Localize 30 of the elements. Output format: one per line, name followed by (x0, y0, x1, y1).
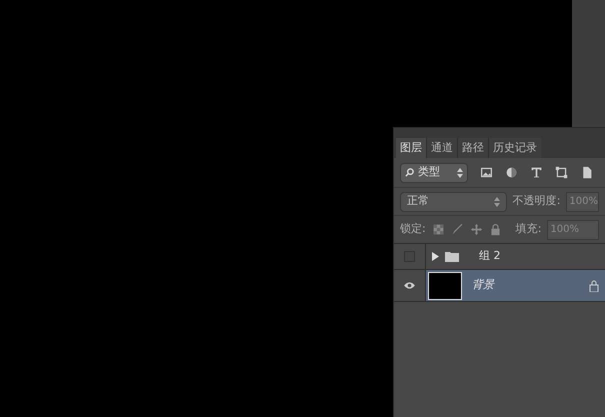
blend-mode-dropdown[interactable]: 正常 (400, 192, 507, 212)
panel-tab[interactable]: 历史记录 (488, 138, 541, 158)
updown-icon (457, 168, 463, 178)
folder-icon (445, 251, 459, 262)
lock-label: 锁定: (400, 221, 426, 238)
move-icon[interactable] (470, 223, 483, 236)
checkerboard-icon[interactable] (432, 223, 445, 236)
layer-row[interactable]: 背景 (394, 270, 605, 302)
lock-icon[interactable] (488, 223, 502, 236)
fill-label: 填充: (516, 221, 542, 238)
brush-icon[interactable] (450, 223, 464, 236)
layer-thumbnail (428, 272, 462, 300)
filter-value: 类型 (418, 164, 441, 180)
adjustment-filter-icon[interactable] (505, 166, 518, 179)
layer-row[interactable]: 组 2 (394, 244, 605, 270)
filter-dropdown[interactable]: 类型 (400, 162, 468, 182)
expand-arrow-icon[interactable] (432, 252, 439, 261)
opacity-label: 不透明度: (512, 193, 560, 210)
layer-name: 组 2 (479, 248, 500, 264)
panel-tab[interactable]: 图层 (396, 138, 426, 158)
panel-tab[interactable]: 通道 (426, 138, 457, 158)
blend-mode-value: 正常 (407, 193, 430, 210)
eye-icon[interactable] (403, 281, 416, 290)
search-icon (405, 168, 414, 177)
updown-icon (494, 196, 500, 206)
shape-filter-icon[interactable] (555, 166, 568, 179)
text-filter-icon[interactable] (530, 166, 543, 179)
image-filter-icon[interactable] (480, 166, 493, 179)
layer-name: 背景 (472, 277, 496, 294)
panel-tab[interactable]: 路径 (457, 138, 488, 158)
